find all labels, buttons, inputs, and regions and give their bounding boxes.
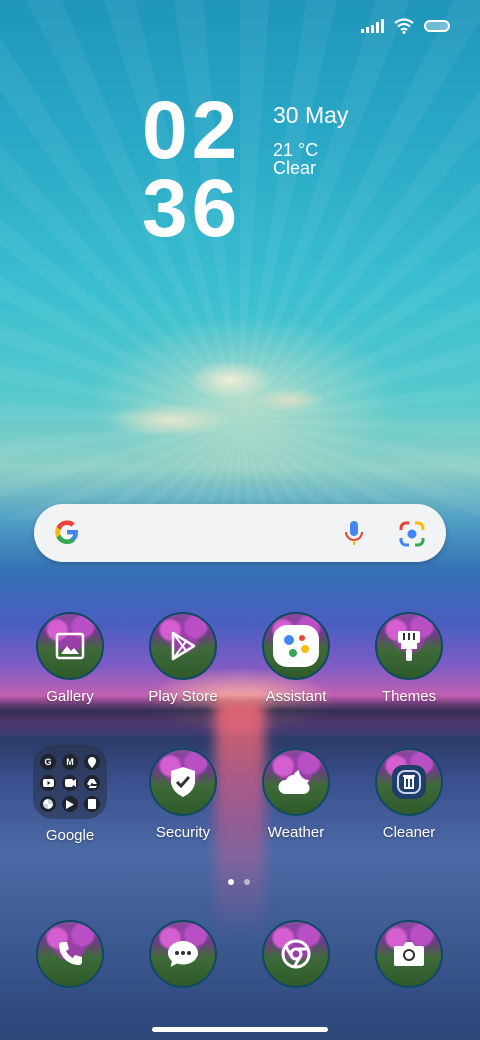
app-label: Cleaner [382,824,436,841]
battery-icon [424,20,450,32]
google-folder-icon: G M [33,745,107,819]
clock-minutes: 36 [142,163,242,254]
app-label: Security [155,824,211,841]
camera-icon [375,920,443,988]
messages-icon [149,920,217,988]
folder-app-maps-icon [84,754,100,770]
app-label: Assistant [265,688,327,705]
app-assistant[interactable]: Assistant [246,612,346,705]
page-indicator[interactable] [228,879,250,885]
app-label: Weather [267,824,325,841]
dock-chrome[interactable] [246,920,346,988]
folder-app-google-icon: G [40,754,56,770]
signal-icon [361,19,384,33]
dock-phone[interactable] [20,920,120,988]
page-dot-2[interactable] [244,879,250,885]
clock-hours: 02 [142,85,242,176]
dock-camera[interactable] [359,920,459,988]
folder-app-duo-icon [62,775,78,791]
phone-icon [36,920,104,988]
cleaner-icon [375,748,443,816]
folder-app-gmail-icon: M [62,754,78,770]
app-label: Google [45,827,95,844]
shield-icon [149,748,217,816]
folder-app-play-music-icon [62,796,78,812]
wallpaper-clouds [90,340,330,460]
app-gallery[interactable]: Gallery [20,612,120,705]
weather-condition[interactable]: Clear [273,158,316,179]
weather-icon [262,748,330,816]
folder-app-keep-icon [84,796,100,812]
google-g-icon [55,520,78,544]
themes-brush-icon [375,612,443,680]
assistant-icon [262,612,330,680]
folder-google[interactable]: G M Google [20,745,120,844]
app-label: Gallery [46,688,94,705]
google-lens-icon[interactable] [398,520,426,548]
wifi-icon [394,18,414,34]
app-themes[interactable]: Themes [359,612,459,705]
google-search-bar[interactable] [34,504,446,562]
clock-widget[interactable]: 02 36 [142,85,272,254]
folder-app-youtube-icon [40,775,56,791]
dock-messages[interactable] [133,920,233,988]
chrome-icon [262,920,330,988]
app-play-store[interactable]: Play Store [133,612,233,705]
microphone-icon[interactable] [341,519,367,547]
app-cleaner[interactable]: Cleaner [359,748,459,841]
folder-app-drive-icon [84,775,100,791]
status-bar [361,18,450,34]
app-label: Themes [381,688,437,705]
play-store-icon [149,612,217,680]
app-label: Play Store [148,688,218,705]
gallery-icon [36,612,104,680]
app-weather[interactable]: Weather [246,748,346,841]
date-label[interactable]: 30 May [273,102,348,129]
folder-app-photos-icon [40,796,56,812]
page-dot-1[interactable] [228,879,234,885]
home-gesture-bar[interactable] [152,1027,328,1032]
app-security[interactable]: Security [133,748,233,841]
